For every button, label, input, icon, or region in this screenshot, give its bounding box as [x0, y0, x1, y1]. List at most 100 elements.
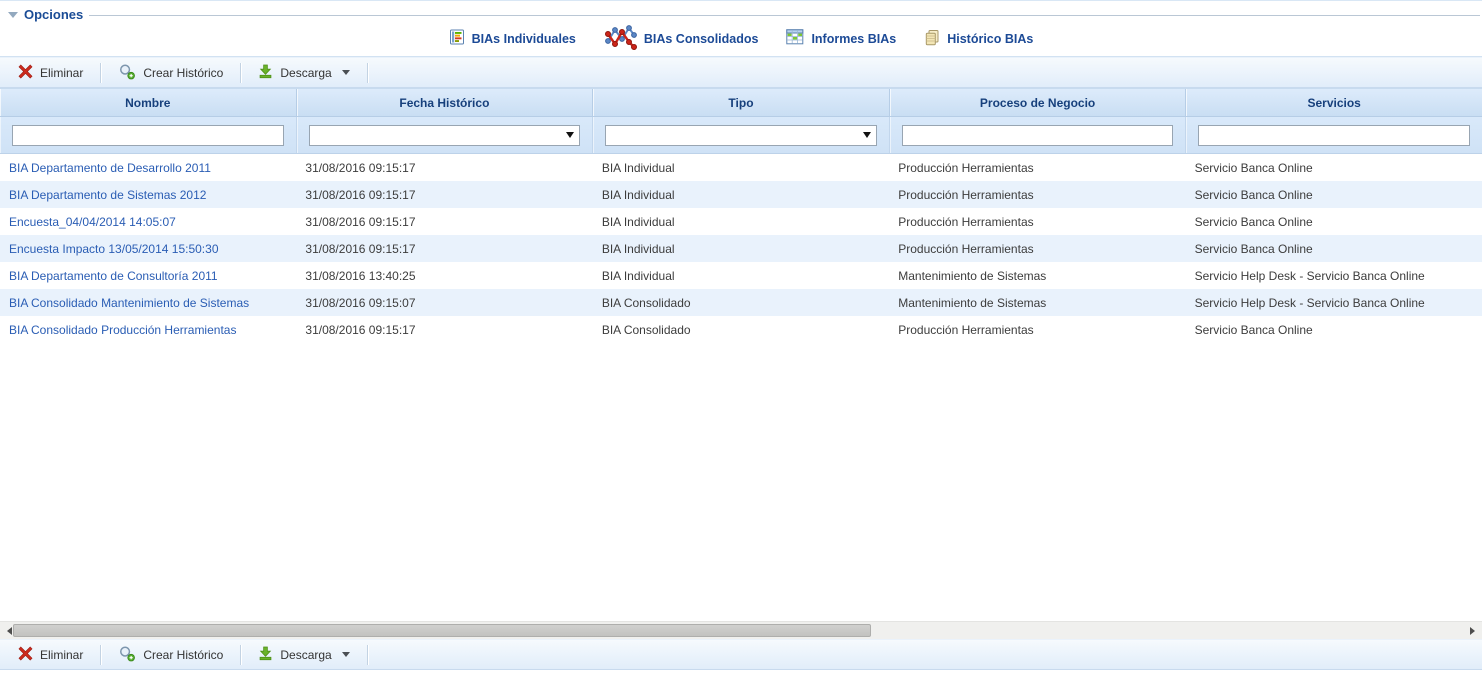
- row-cell-proceso: Mantenimiento de Sistemas: [889, 296, 1185, 310]
- row-cell-proceso: Producción Herramientas: [889, 161, 1185, 175]
- row-cell-proceso: Mantenimiento de Sistemas: [889, 269, 1185, 283]
- filter-cell-0: [0, 117, 297, 153]
- table-row[interactable]: BIA Consolidado Producción Herramientas3…: [0, 316, 1482, 343]
- column-header-0[interactable]: Nombre: [0, 89, 297, 116]
- scroll-right-arrow-icon[interactable]: [1470, 627, 1479, 635]
- magnifier-plus-icon: [118, 645, 136, 665]
- filter-select-input-2[interactable]: [605, 125, 877, 146]
- row-cell-tipo: BIA Individual: [593, 188, 889, 202]
- nav-label: Informes BIAs: [811, 32, 896, 46]
- spreadsheet-icon: [786, 29, 804, 48]
- descarga-label: Descarga: [280, 648, 331, 662]
- row-cell-fecha: 31/08/2016 13:40:25: [296, 269, 592, 283]
- download-icon: [258, 64, 273, 82]
- magnifier-plus-icon: [118, 63, 136, 83]
- crear-historico-button-bottom[interactable]: Crear Histórico: [108, 642, 233, 668]
- row-cell-tipo: BIA Individual: [593, 161, 889, 175]
- filter-cell-1: [297, 117, 594, 153]
- crear-historico-button[interactable]: Crear Histórico: [108, 60, 233, 86]
- column-header-2[interactable]: Tipo: [593, 89, 890, 116]
- chevron-down-icon: [342, 652, 350, 657]
- row-cell-servicios: Servicio Banca Online: [1186, 161, 1482, 175]
- row-cell-servicios: Servicio Help Desk - Servicio Banca Onli…: [1186, 296, 1482, 310]
- line-chart-icon: [604, 24, 637, 54]
- delete-x-icon: [18, 646, 33, 664]
- bottom-margin: [0, 670, 1482, 677]
- toolbar-separator: [240, 63, 241, 83]
- row-cell-fecha: 31/08/2016 09:15:17: [296, 161, 592, 175]
- horizontal-scrollbar[interactable]: [0, 621, 1482, 639]
- table-row[interactable]: Encuesta Impacto 13/05/2014 15:50:3031/0…: [0, 235, 1482, 262]
- scroll-left-arrow-icon[interactable]: [3, 627, 12, 635]
- row-cell-servicios: Servicio Banca Online: [1186, 215, 1482, 229]
- row-name-link[interactable]: BIA Departamento de Sistemas 2012: [0, 188, 296, 202]
- download-icon: [258, 646, 273, 664]
- row-cell-fecha: 31/08/2016 09:15:17: [296, 215, 592, 229]
- row-name-link[interactable]: BIA Consolidado Producción Herramientas: [0, 323, 296, 337]
- filter-cell-2: [593, 117, 890, 153]
- collapse-options-icon[interactable]: [8, 12, 18, 18]
- toolbar-separator: [100, 63, 101, 83]
- grid-header-row: NombreFecha HistóricoTipoProceso de Nego…: [0, 88, 1482, 117]
- copy-pages-icon: [924, 29, 940, 49]
- options-panel-rule: [89, 15, 1480, 16]
- nav-item-bias-individuales[interactable]: BIAs Individuales: [449, 29, 576, 48]
- row-cell-proceso: Producción Herramientas: [889, 215, 1185, 229]
- row-cell-tipo: BIA Individual: [593, 269, 889, 283]
- filter-cell-4: [1186, 117, 1482, 153]
- descarga-button[interactable]: Descarga: [248, 61, 359, 85]
- crear-historico-label: Crear Histórico: [143, 648, 223, 662]
- column-header-1[interactable]: Fecha Histórico: [297, 89, 594, 116]
- row-cell-tipo: BIA Consolidado: [593, 296, 889, 310]
- delete-x-icon: [18, 64, 33, 82]
- row-name-link[interactable]: BIA Departamento de Consultoría 2011: [0, 269, 296, 283]
- descarga-button-bottom[interactable]: Descarga: [248, 643, 359, 667]
- nav-item-historico-bias[interactable]: Histórico BIAs: [924, 29, 1033, 49]
- row-cell-proceso: Producción Herramientas: [889, 323, 1185, 337]
- historico-bias-page: Opciones BIAs Individuales: [0, 0, 1482, 677]
- filter-text-input-3[interactable]: [902, 125, 1174, 146]
- descarga-label: Descarga: [280, 66, 331, 80]
- filter-text-input-4[interactable]: [1198, 125, 1470, 146]
- column-header-4[interactable]: Servicios: [1186, 89, 1482, 116]
- nav-label: BIAs Consolidados: [644, 32, 759, 46]
- row-cell-servicios: Servicio Banca Online: [1186, 323, 1482, 337]
- nav-item-bias-consolidados[interactable]: BIAs Consolidados: [604, 24, 759, 54]
- eliminar-label: Eliminar: [40, 66, 83, 80]
- table-row[interactable]: BIA Consolidado Mantenimiento de Sistema…: [0, 289, 1482, 316]
- row-cell-fecha: 31/08/2016 09:15:17: [296, 188, 592, 202]
- table-row[interactable]: BIA Departamento de Consultoría 201131/0…: [0, 262, 1482, 289]
- row-name-link[interactable]: Encuesta_04/04/2014 14:05:07: [0, 215, 296, 229]
- table-row[interactable]: BIA Departamento de Desarrollo 201131/08…: [0, 154, 1482, 181]
- scrollbar-thumb[interactable]: [13, 624, 871, 637]
- table-row[interactable]: BIA Departamento de Sistemas 201231/08/2…: [0, 181, 1482, 208]
- nav-label: Histórico BIAs: [947, 32, 1033, 46]
- crear-historico-label: Crear Histórico: [143, 66, 223, 80]
- row-name-link[interactable]: BIA Consolidado Mantenimiento de Sistema…: [0, 296, 296, 310]
- column-header-3[interactable]: Proceso de Negocio: [890, 89, 1187, 116]
- filter-text-input-0[interactable]: [12, 125, 284, 146]
- toolbar-separator: [100, 645, 101, 665]
- eliminar-button[interactable]: Eliminar: [8, 61, 93, 85]
- eliminar-button-bottom[interactable]: Eliminar: [8, 643, 93, 667]
- report-bars-icon: [449, 29, 465, 48]
- grid-body: BIA Departamento de Desarrollo 201131/08…: [0, 154, 1482, 343]
- row-cell-tipo: BIA Consolidado: [593, 323, 889, 337]
- nav-label: BIAs Individuales: [472, 32, 576, 46]
- row-name-link[interactable]: BIA Departamento de Desarrollo 2011: [0, 161, 296, 175]
- top-toolbar: Eliminar Crear Histórico Des: [0, 57, 1482, 88]
- filter-select-input-1[interactable]: [309, 125, 581, 146]
- row-name-link[interactable]: Encuesta Impacto 13/05/2014 15:50:30: [0, 242, 296, 256]
- row-cell-fecha: 31/08/2016 09:15:07: [296, 296, 592, 310]
- row-cell-tipo: BIA Individual: [593, 215, 889, 229]
- eliminar-label: Eliminar: [40, 648, 83, 662]
- nav-item-informes-bias[interactable]: Informes BIAs: [786, 29, 896, 48]
- grid-empty-area: [0, 343, 1482, 621]
- filter-cell-3: [890, 117, 1187, 153]
- row-cell-fecha: 31/08/2016 09:15:17: [296, 242, 592, 256]
- table-row[interactable]: Encuesta_04/04/2014 14:05:0731/08/2016 0…: [0, 208, 1482, 235]
- row-cell-servicios: Servicio Help Desk - Servicio Banca Onli…: [1186, 269, 1482, 283]
- row-cell-proceso: Producción Herramientas: [889, 242, 1185, 256]
- chevron-down-icon: [342, 70, 350, 75]
- toolbar-separator: [240, 645, 241, 665]
